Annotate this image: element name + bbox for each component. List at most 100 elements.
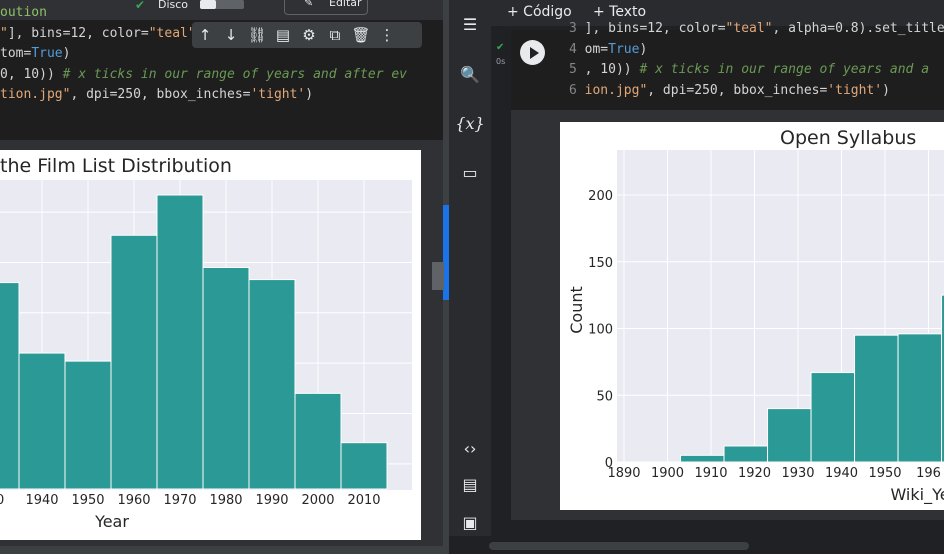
code-line: 0, 10)) # x ticks in our range of years …: [0, 65, 407, 86]
x-tick-label: 1960: [117, 493, 150, 508]
link-icon[interactable]: ⛓: [244, 22, 270, 48]
side-rail: ☰ 🔍 {x} ▭ ‹› ▤ ▣: [449, 0, 491, 554]
run-cell-button[interactable]: [520, 40, 545, 65]
folder-icon[interactable]: ▭: [458, 160, 482, 184]
code-token: "teal": [148, 25, 196, 41]
right-chart-panel: 1890 1900 1910 1920 1930 1940 1950 196 0 50 100 150…: [560, 122, 944, 510]
code-token: ], bins=12, color=: [7, 25, 149, 41]
code-token: , dpi=250, bbox_inches=: [647, 82, 828, 98]
x-tick-label: 1940: [825, 466, 858, 481]
cell-toolbar: ↑ ↓ ⛓ ▤ ⚙ ⧉ 🗑 ⋮: [192, 22, 422, 48]
histogram-bar: [723, 445, 769, 463]
comment-icon[interactable]: ▤: [270, 22, 296, 48]
x-tick-label: 30: [0, 493, 4, 508]
histogram-bar: [294, 392, 342, 490]
x-tick-label: 1950: [868, 466, 901, 481]
x-tick-label: 1990: [255, 493, 288, 508]
y-tick-label: 200: [588, 189, 613, 204]
chart-title: the Film List Distribution: [0, 155, 232, 177]
right-scrollbar[interactable]: [489, 542, 749, 550]
x-tick-label: 1940: [25, 493, 58, 508]
code-token: ": [0, 25, 8, 41]
histogram-bar: [680, 454, 725, 463]
y-axis-label: Count: [567, 286, 586, 334]
x-tick-label: 2010: [347, 493, 380, 508]
histogram-bar: [0, 282, 20, 490]
line-number: 6: [569, 82, 585, 98]
x-axis-label: Year: [94, 512, 129, 531]
chart-title: Open Syllabus: [780, 127, 916, 149]
x-tick-label: 1980: [209, 493, 242, 508]
add-text-button[interactable]: + Texto: [593, 4, 646, 20]
code-token: True: [31, 46, 63, 61]
code-token: om=: [584, 41, 609, 57]
code-token: oution: [0, 5, 47, 20]
code-token: ): [639, 41, 648, 57]
y-tick-label: 0: [605, 456, 613, 471]
code-token: True: [608, 41, 640, 57]
histogram-bar: [156, 194, 204, 490]
right-code-lines: 3 ], bins=12, color="teal", alpha=0.8).s…: [569, 19, 944, 101]
code-token: 'tight': [250, 87, 306, 102]
code-line: 6 ion.jpg", dpi=250, bbox_inches='tight'…: [569, 81, 944, 102]
histogram-bar: [202, 266, 250, 490]
code-token: , alpha=0.8).set_title: [772, 21, 944, 36]
gear-icon[interactable]: ⚙: [296, 22, 322, 48]
arrow-up-icon[interactable]: ↑: [192, 22, 218, 48]
code-token: tom=: [0, 46, 32, 61]
left-histogram: 30 1940 1950 1960 1970 1980 1990 2000 2010 the Fi…: [0, 155, 412, 531]
x-tick-label: 2000: [301, 493, 334, 508]
code-token: 'tight': [827, 82, 883, 98]
code-line: oution: [0, 3, 407, 24]
code-token: "teal": [725, 21, 773, 36]
histogram-bar: [248, 279, 296, 490]
histogram-bar: [340, 442, 388, 490]
right-notebook-pane: + Código + Texto ☰ 🔍 {x} ▭ ‹› ▤ ▣ ✔ 0s 3…: [449, 0, 944, 554]
more-icon[interactable]: ⋮: [374, 22, 400, 48]
trash-icon[interactable]: 🗑: [348, 22, 374, 48]
code-token: # x ticks in our range of years and afte…: [62, 66, 407, 82]
mirror-icon[interactable]: ⧉: [322, 22, 348, 48]
scrollbar-thumb[interactable]: [432, 262, 444, 290]
terminal-icon[interactable]: ▣: [458, 510, 482, 534]
x-tick-label: 1900: [651, 466, 684, 481]
arrow-down-icon[interactable]: ↓: [218, 22, 244, 48]
x-tick-label: 1920: [738, 466, 771, 481]
left-scrollbar[interactable]: [0, 546, 443, 554]
x-axis-label: Wiki_Ye: [890, 485, 944, 505]
code-token: ion.jpg": [584, 82, 648, 98]
code-token: ): [305, 87, 314, 102]
x-tick-label: 1930: [781, 466, 814, 481]
y-tick-label: 150: [588, 256, 613, 271]
histogram-bar: [854, 334, 899, 463]
command-palette-icon[interactable]: ▤: [458, 472, 482, 496]
x-tick-label: 1970: [163, 493, 196, 508]
code-line: 5 , 10)) # x ticks in our range of years…: [569, 60, 944, 81]
menu-icon[interactable]: ☰: [458, 12, 482, 36]
histogram-bar: [767, 408, 812, 463]
variables-icon[interactable]: {x}: [455, 111, 484, 135]
x-tick-label: 196: [916, 466, 941, 481]
histogram-bar: [810, 372, 856, 463]
left-chart-panel: 30 1940 1950 1960 1970 1980 1990 2000 2010 the Fi…: [0, 150, 421, 540]
exec-check-icon: ✔: [496, 42, 505, 53]
histogram-bar: [18, 352, 66, 490]
code-token: # x ticks in our range of years and a: [639, 62, 930, 77]
left-code-lines: oution"], bins=12, color="teal", alpha=0…: [0, 3, 407, 106]
line-number: 4: [569, 41, 585, 57]
line-number: 5: [569, 62, 585, 77]
code-line: 3 ], bins=12, color="teal", alpha=0.8).s…: [569, 19, 944, 40]
left-notebook-pane: ✔ Disco ✎ Editar oution "], bins=12, colo…: [0, 0, 443, 554]
y-tick-label: 50: [596, 389, 613, 404]
code-token: tion.jpg": [0, 87, 71, 102]
add-code-button[interactable]: + Código: [507, 4, 572, 20]
code-token: ], bins=12, color=: [584, 21, 726, 36]
search-icon[interactable]: 🔍: [458, 62, 482, 86]
code-token: , dpi=250, bbox_inches=: [70, 87, 251, 102]
code-snippets-icon[interactable]: ‹›: [458, 436, 482, 460]
line-number: 3: [569, 21, 585, 36]
histogram-bar: [64, 360, 112, 490]
right-histogram: 1890 1900 1910 1920 1930 1940 1950 196050100150…: [567, 127, 944, 505]
code-line: tion.jpg", dpi=250, bbox_inches='tight'): [0, 85, 407, 106]
code-token: , 10)): [584, 62, 640, 77]
